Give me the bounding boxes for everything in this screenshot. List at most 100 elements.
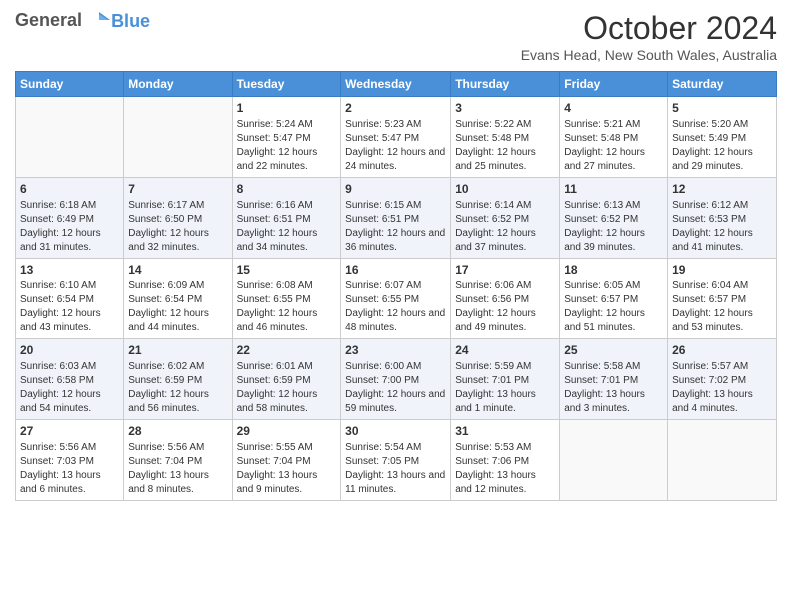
logo-blue: Blue — [111, 11, 150, 32]
day-info: Sunrise: 5:53 AM — [455, 441, 555, 455]
col-header-monday: Monday — [124, 72, 232, 97]
day-info: Sunrise: 5:56 AM — [20, 441, 119, 455]
day-info: Sunrise: 5:20 AM — [672, 118, 772, 132]
day-info: Sunset: 6:50 PM — [128, 213, 227, 227]
day-info: Sunrise: 6:08 AM — [237, 279, 337, 293]
day-info: Sunset: 7:02 PM — [672, 374, 772, 388]
calendar-week-5: 27Sunrise: 5:56 AMSunset: 7:03 PMDayligh… — [16, 420, 777, 501]
col-header-wednesday: Wednesday — [341, 72, 451, 97]
day-info: Sunset: 6:56 PM — [455, 293, 555, 307]
calendar-cell: 26Sunrise: 5:57 AMSunset: 7:02 PMDayligh… — [668, 339, 777, 420]
day-info: Sunrise: 6:12 AM — [672, 199, 772, 213]
day-info: Daylight: 12 hours and 22 minutes. — [237, 146, 337, 174]
day-info: Daylight: 13 hours and 12 minutes. — [455, 469, 555, 497]
day-info: Sunrise: 6:05 AM — [564, 279, 663, 293]
day-info: Sunset: 6:58 PM — [20, 374, 119, 388]
col-header-thursday: Thursday — [451, 72, 560, 97]
day-number: 31 — [455, 423, 555, 440]
day-info: Daylight: 12 hours and 49 minutes. — [455, 307, 555, 335]
day-info: Sunset: 7:01 PM — [455, 374, 555, 388]
calendar-cell: 4Sunrise: 5:21 AMSunset: 5:48 PMDaylight… — [560, 97, 668, 178]
calendar-cell: 21Sunrise: 6:02 AMSunset: 6:59 PMDayligh… — [124, 339, 232, 420]
calendar-cell: 29Sunrise: 5:55 AMSunset: 7:04 PMDayligh… — [232, 420, 341, 501]
day-number: 8 — [237, 181, 337, 198]
calendar-cell — [668, 420, 777, 501]
col-header-friday: Friday — [560, 72, 668, 97]
day-number: 14 — [128, 262, 227, 279]
day-number: 10 — [455, 181, 555, 198]
day-info: Sunset: 5:48 PM — [455, 132, 555, 146]
day-info: Sunrise: 6:18 AM — [20, 199, 119, 213]
calendar-cell: 2Sunrise: 5:23 AMSunset: 5:47 PMDaylight… — [341, 97, 451, 178]
day-info: Sunrise: 6:13 AM — [564, 199, 663, 213]
col-header-tuesday: Tuesday — [232, 72, 341, 97]
calendar-week-2: 6Sunrise: 6:18 AMSunset: 6:49 PMDaylight… — [16, 177, 777, 258]
day-info: Daylight: 12 hours and 53 minutes. — [672, 307, 772, 335]
calendar-cell: 11Sunrise: 6:13 AMSunset: 6:52 PMDayligh… — [560, 177, 668, 258]
day-number: 1 — [237, 100, 337, 117]
day-info: Daylight: 12 hours and 54 minutes. — [20, 388, 119, 416]
calendar-cell: 7Sunrise: 6:17 AMSunset: 6:50 PMDaylight… — [124, 177, 232, 258]
day-info: Daylight: 12 hours and 46 minutes. — [237, 307, 337, 335]
day-number: 24 — [455, 342, 555, 359]
day-info: Daylight: 12 hours and 43 minutes. — [20, 307, 119, 335]
day-info: Daylight: 12 hours and 51 minutes. — [564, 307, 663, 335]
day-number: 29 — [237, 423, 337, 440]
logo: General Blue — [15, 10, 150, 32]
calendar-cell: 18Sunrise: 6:05 AMSunset: 6:57 PMDayligh… — [560, 258, 668, 339]
day-info: Daylight: 13 hours and 1 minute. — [455, 388, 555, 416]
day-info: Sunrise: 5:24 AM — [237, 118, 337, 132]
day-info: Daylight: 12 hours and 24 minutes. — [345, 146, 446, 174]
day-info: Sunrise: 5:22 AM — [455, 118, 555, 132]
day-info: Sunrise: 6:02 AM — [128, 360, 227, 374]
day-info: Sunrise: 6:10 AM — [20, 279, 119, 293]
day-number: 19 — [672, 262, 772, 279]
day-info: Daylight: 12 hours and 44 minutes. — [128, 307, 227, 335]
calendar-cell: 10Sunrise: 6:14 AMSunset: 6:52 PMDayligh… — [451, 177, 560, 258]
col-header-saturday: Saturday — [668, 72, 777, 97]
day-info: Daylight: 13 hours and 6 minutes. — [20, 469, 119, 497]
calendar-week-1: 1Sunrise: 5:24 AMSunset: 5:47 PMDaylight… — [16, 97, 777, 178]
day-info: Daylight: 12 hours and 58 minutes. — [237, 388, 337, 416]
calendar-cell: 5Sunrise: 5:20 AMSunset: 5:49 PMDaylight… — [668, 97, 777, 178]
day-info: Daylight: 12 hours and 32 minutes. — [128, 227, 227, 255]
title-area: October 2024 Evans Head, New South Wales… — [521, 10, 777, 63]
day-number: 5 — [672, 100, 772, 117]
day-info: Sunset: 6:55 PM — [237, 293, 337, 307]
day-info: Sunset: 6:57 PM — [564, 293, 663, 307]
day-info: Sunrise: 5:55 AM — [237, 441, 337, 455]
day-info: Sunrise: 6:04 AM — [672, 279, 772, 293]
day-info: Sunset: 7:04 PM — [237, 455, 337, 469]
day-number: 6 — [20, 181, 119, 198]
day-info: Daylight: 13 hours and 4 minutes. — [672, 388, 772, 416]
day-info: Sunset: 5:48 PM — [564, 132, 663, 146]
calendar-header-row: SundayMondayTuesdayWednesdayThursdayFrid… — [16, 72, 777, 97]
day-number: 21 — [128, 342, 227, 359]
calendar-cell — [560, 420, 668, 501]
day-info: Sunrise: 6:06 AM — [455, 279, 555, 293]
calendar-cell: 28Sunrise: 5:56 AMSunset: 7:04 PMDayligh… — [124, 420, 232, 501]
day-info: Sunrise: 6:01 AM — [237, 360, 337, 374]
day-info: Daylight: 12 hours and 48 minutes. — [345, 307, 446, 335]
day-info: Sunset: 7:03 PM — [20, 455, 119, 469]
day-info: Sunrise: 6:09 AM — [128, 279, 227, 293]
day-number: 28 — [128, 423, 227, 440]
day-number: 11 — [564, 181, 663, 198]
day-info: Sunset: 6:53 PM — [672, 213, 772, 227]
calendar-cell: 17Sunrise: 6:06 AMSunset: 6:56 PMDayligh… — [451, 258, 560, 339]
day-info: Sunrise: 5:21 AM — [564, 118, 663, 132]
calendar-cell: 27Sunrise: 5:56 AMSunset: 7:03 PMDayligh… — [16, 420, 124, 501]
day-number: 9 — [345, 181, 446, 198]
day-info: Sunrise: 5:58 AM — [564, 360, 663, 374]
day-info: Daylight: 13 hours and 9 minutes. — [237, 469, 337, 497]
day-info: Sunset: 6:51 PM — [237, 213, 337, 227]
calendar-cell: 15Sunrise: 6:08 AMSunset: 6:55 PMDayligh… — [232, 258, 341, 339]
day-number: 7 — [128, 181, 227, 198]
location-subtitle: Evans Head, New South Wales, Australia — [521, 47, 777, 63]
day-info: Sunset: 6:59 PM — [237, 374, 337, 388]
day-info: Sunset: 7:06 PM — [455, 455, 555, 469]
day-info: Daylight: 12 hours and 37 minutes. — [455, 227, 555, 255]
calendar-cell: 22Sunrise: 6:01 AMSunset: 6:59 PMDayligh… — [232, 339, 341, 420]
day-info: Sunset: 7:04 PM — [128, 455, 227, 469]
day-number: 3 — [455, 100, 555, 117]
